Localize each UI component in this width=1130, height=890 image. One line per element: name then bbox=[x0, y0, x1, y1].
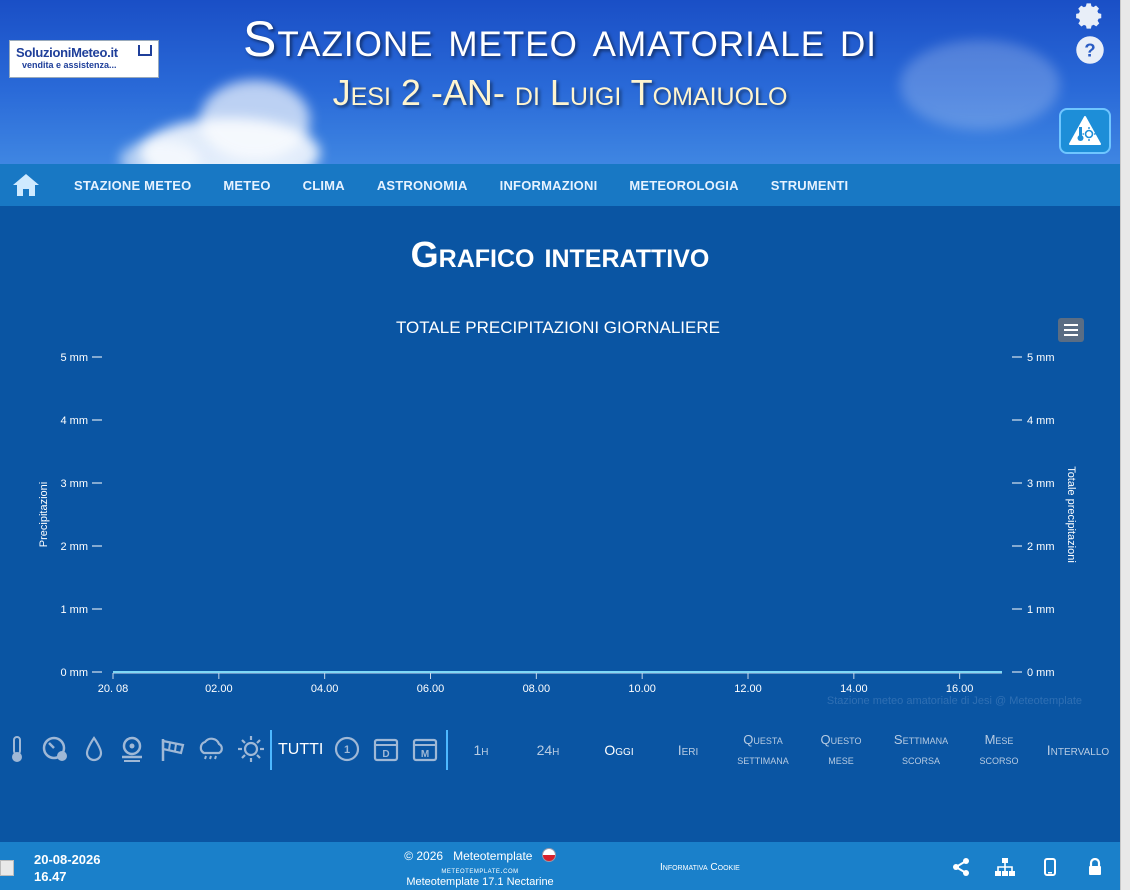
nav-item-informazioni[interactable]: INFORMAZIONI bbox=[500, 178, 598, 193]
range-yesterday-button[interactable]: Ieri bbox=[668, 740, 708, 760]
version-label: Meteotemplate 17.1 Nectarine bbox=[406, 876, 554, 888]
chart-credits: Stazione meteo amatoriale di Jesi @ Mete… bbox=[827, 695, 1082, 707]
range-last-month-button[interactable]: Mese scorso bbox=[970, 730, 1028, 770]
chart-title: TOTALE PRECIPITAZIONI GIORNALIERE bbox=[396, 318, 720, 337]
pressure-gauge-icon[interactable] bbox=[40, 734, 70, 764]
thermometer-icon[interactable] bbox=[2, 734, 32, 764]
month-calendar-icon[interactable]: M bbox=[410, 734, 440, 764]
copyright-year: © 2026 bbox=[404, 849, 444, 863]
range-today-button[interactable]: Oggi bbox=[598, 740, 640, 760]
range-24h-button[interactable]: 24h bbox=[528, 740, 568, 760]
footer-copyright: © 2026 Meteotemplate bbox=[380, 848, 580, 863]
site-header: SoluzioniMeteo.it vendita e assistenza..… bbox=[0, 0, 1120, 164]
humidity-drop-icon[interactable] bbox=[79, 734, 109, 764]
footer-date: 20-08-2026 bbox=[34, 852, 101, 867]
y-tick-label-right: 5 mm bbox=[1027, 352, 1055, 364]
x-tick-label: 14.00 bbox=[840, 683, 868, 695]
czech-flag-icon bbox=[541, 848, 556, 862]
site-link[interactable]: meteotemplate.com bbox=[380, 866, 580, 875]
site-footer: 20-08-2026 16.47 © 2026 Meteotemplate me… bbox=[0, 842, 1120, 890]
y-axis-title-left: Precipitazioni bbox=[38, 482, 50, 547]
x-tick-label: 20. 08 bbox=[98, 683, 129, 695]
x-tick-label: 16.00 bbox=[946, 683, 974, 695]
site-subtitle: Jesi 2 -AN- di Luigi Tomaiuolo bbox=[332, 72, 788, 113]
day-calendar-label: D bbox=[382, 749, 389, 760]
main-nav: STAZIONE METEO METEO CLIMA ASTRONOMIA IN… bbox=[0, 164, 1120, 206]
weather-app-icon[interactable] bbox=[1059, 108, 1111, 154]
nav-item-astronomia[interactable]: ASTRONOMIA bbox=[377, 178, 468, 193]
clock-icon[interactable]: 1 bbox=[332, 734, 362, 764]
home-icon[interactable] bbox=[0, 164, 52, 206]
share-icon[interactable] bbox=[950, 856, 972, 878]
y-tick-label-left: 2 mm bbox=[61, 541, 89, 553]
nav-item-meteorologia[interactable]: METEOROLOGIA bbox=[629, 178, 738, 193]
y-tick-label-right: 1 mm bbox=[1027, 604, 1055, 616]
svg-text:?: ? bbox=[1084, 39, 1095, 60]
sun-icon[interactable] bbox=[236, 734, 266, 764]
mobile-icon[interactable] bbox=[1039, 856, 1061, 878]
gear-icon[interactable] bbox=[1074, 0, 1106, 32]
page-title: Grafico interattivo bbox=[410, 234, 710, 275]
x-tick-label: 06.00 bbox=[417, 683, 445, 695]
brand-link[interactable]: Meteotemplate bbox=[453, 849, 532, 863]
precipitation-chart[interactable]: TOTALE PRECIPITAZIONI GIORNALIERE 0 mm 0 m… bbox=[0, 306, 1120, 716]
month-calendar-label: M bbox=[421, 749, 429, 760]
control-separator bbox=[446, 730, 448, 770]
x-tick-label: 12.00 bbox=[734, 683, 762, 695]
range-custom-button[interactable]: Intervallo bbox=[1040, 740, 1116, 760]
nav-item-stazione-meteo[interactable]: STAZIONE METEO bbox=[74, 178, 191, 193]
page-scrollbar[interactable] bbox=[1120, 0, 1130, 890]
clock-icon-label: 1 bbox=[344, 744, 350, 756]
y-axis-title-right: Totale precipitazioni bbox=[1065, 466, 1077, 563]
y-tick-label-right: 3 mm bbox=[1027, 478, 1055, 490]
wind-speed-icon[interactable] bbox=[117, 734, 147, 764]
all-sensors-button[interactable]: TUTTI bbox=[278, 740, 323, 760]
x-tick-label: 08.00 bbox=[523, 683, 551, 695]
y-tick-label-right: 0 mm bbox=[1027, 667, 1055, 679]
nav-item-clima[interactable]: CLIMA bbox=[303, 178, 345, 193]
control-separator bbox=[270, 730, 272, 770]
y-tick-label-left: 1 mm bbox=[61, 604, 89, 616]
site-title: Stazione meteo amatoriale di bbox=[243, 11, 877, 67]
y-tick-label-left: 5 mm bbox=[61, 352, 89, 364]
range-last-week-button[interactable]: Settimana scorsa bbox=[884, 730, 958, 770]
nav-item-strumenti[interactable]: STRUMENTI bbox=[771, 178, 849, 193]
rain-cloud-icon[interactable] bbox=[196, 734, 226, 764]
lock-icon[interactable] bbox=[1084, 856, 1106, 878]
x-tick-label: 04.00 bbox=[311, 683, 339, 695]
day-calendar-icon[interactable]: D bbox=[371, 734, 401, 764]
y-tick-label-left: 4 mm bbox=[61, 415, 89, 427]
x-tick-label: 10.00 bbox=[628, 683, 656, 695]
range-this-month-button[interactable]: Questo mese bbox=[810, 730, 872, 770]
wind-sock-icon[interactable] bbox=[158, 734, 188, 764]
broken-image-icon bbox=[0, 860, 14, 876]
help-icon[interactable]: ? bbox=[1074, 34, 1106, 66]
y-tick-label-right: 2 mm bbox=[1027, 541, 1055, 553]
y-tick-label-left: 3 mm bbox=[61, 478, 89, 490]
chart-controls: TUTTI 1 D M 1h 24h Oggi Ieri Questa sett… bbox=[0, 726, 1120, 776]
sitemap-icon[interactable] bbox=[994, 856, 1016, 878]
cookie-policy-link[interactable]: Informativa Cookie bbox=[660, 862, 740, 873]
footer-time: 16.47 bbox=[34, 869, 67, 884]
range-1h-button[interactable]: 1h bbox=[462, 740, 500, 760]
y-tick-label-left: 0 mm bbox=[61, 667, 89, 679]
nav-item-meteo[interactable]: METEO bbox=[223, 178, 270, 193]
range-this-week-button[interactable]: Questa settimana bbox=[730, 730, 796, 770]
x-tick-label: 02.00 bbox=[205, 683, 233, 695]
y-tick-label-right: 4 mm bbox=[1027, 415, 1055, 427]
main-content: Grafico interattivo TOTALE PRECIPITAZION… bbox=[0, 206, 1120, 842]
